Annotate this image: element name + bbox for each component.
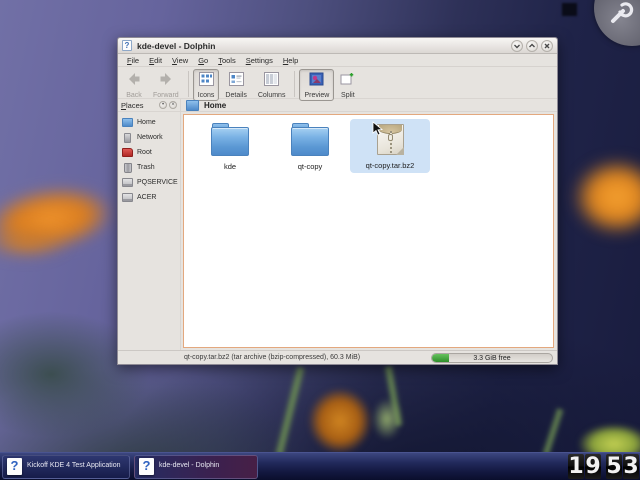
chevron-up-icon	[528, 37, 536, 55]
folder-icon	[291, 127, 329, 156]
clock-digit: 1	[568, 454, 584, 479]
toolbar-separator	[188, 71, 189, 97]
clock-digit: 3	[623, 454, 639, 479]
dolphin-window: ? kde-devel - Dolphin File Edit View Go …	[117, 37, 558, 365]
chevron-down-icon	[513, 37, 521, 55]
split-view-icon	[340, 72, 355, 91]
back-button[interactable]: Back	[121, 69, 147, 101]
panel-float-button[interactable]: •	[159, 101, 167, 109]
minimize-button[interactable]	[511, 40, 523, 52]
clock-digit: 5	[606, 454, 622, 479]
home-folder-icon	[186, 100, 199, 111]
wallpaper-flower-bud	[372, 398, 402, 440]
file-item-kde[interactable]: kde	[190, 119, 270, 174]
menu-bar: File Edit View Go Tools Settings Help	[118, 54, 557, 67]
network-icon	[124, 133, 131, 143]
file-item-qt-copy[interactable]: qt-copy	[270, 119, 350, 174]
columns-view-icon	[264, 72, 279, 91]
file-item-qt-copy-archive[interactable]: qt-copy.tar.bz2	[350, 119, 430, 173]
forward-button[interactable]: Forward	[148, 69, 184, 101]
wallpaper-stem	[273, 366, 306, 456]
wallpaper-flower	[572, 158, 640, 236]
main-toolbar: Back Forward Icons Details Columns Previ…	[118, 67, 557, 99]
mouse-cursor	[372, 121, 384, 142]
place-item-acer[interactable]: ACER	[118, 190, 180, 205]
plasma-cashew-button[interactable]	[594, 0, 640, 46]
toolbar-separator	[294, 71, 295, 97]
status-info-text: qt-copy.tar.bz2 (tar archive (bzip-compr…	[184, 354, 431, 361]
hard-drive-icon	[122, 193, 133, 202]
place-item-network[interactable]: Network	[118, 130, 180, 145]
wallpaper-flower-bud	[308, 388, 372, 454]
file-view[interactable]: kde qt-copy qt-copy.tar.bz2	[183, 114, 554, 348]
preview-button[interactable]: Preview	[299, 69, 334, 101]
menu-settings[interactable]: Settings	[241, 56, 278, 65]
window-app-icon: ?	[122, 40, 132, 51]
window-title: kde-devel - Dolphin	[137, 41, 508, 51]
icons-view-button[interactable]: Icons	[193, 69, 220, 101]
menu-file[interactable]: File	[122, 56, 144, 65]
place-item-pqservice[interactable]: PQSERVICE	[118, 175, 180, 190]
arrow-left-icon	[126, 72, 142, 91]
breadcrumb-home[interactable]: Home	[204, 101, 226, 110]
preview-icon	[309, 72, 324, 91]
trash-icon	[124, 163, 132, 173]
columns-view-button[interactable]: Columns	[253, 69, 291, 101]
close-button[interactable]	[541, 40, 553, 52]
places-panel-title: Places	[121, 101, 157, 110]
places-panel: Home Network Root Trash PQSERVICE ACER	[118, 112, 181, 350]
disk-capacity-bar: 3.3 GiB free	[431, 353, 553, 363]
question-mark-app-icon: ?	[139, 458, 154, 475]
place-item-home[interactable]: Home	[118, 115, 180, 130]
task-dolphin[interactable]: ? kde-devel - Dolphin	[134, 455, 258, 479]
split-view-button[interactable]: Split	[335, 69, 360, 101]
taskbar-panel: ? Kickoff KDE 4 Test Application ? kde-d…	[0, 452, 640, 480]
details-view-icon	[229, 72, 244, 91]
menu-edit[interactable]: Edit	[144, 56, 167, 65]
question-mark-app-icon: ?	[7, 458, 22, 475]
place-item-trash[interactable]: Trash	[118, 160, 180, 175]
status-bar: qt-copy.tar.bz2 (tar archive (bzip-compr…	[118, 350, 557, 364]
root-folder-icon	[122, 148, 133, 157]
menu-help[interactable]: Help	[278, 56, 303, 65]
wallpaper-dark-patch	[562, 3, 577, 16]
icons-view-icon	[199, 72, 214, 91]
digital-clock-widget[interactable]: 1 9 5 3	[568, 454, 639, 479]
panel-close-button[interactable]: ×	[169, 101, 177, 109]
wallpaper-stem	[541, 408, 565, 457]
details-view-button[interactable]: Details	[220, 69, 251, 101]
panel-header-row: Places • × Home	[118, 99, 557, 112]
wallpaper-flower	[0, 225, 70, 259]
place-item-root[interactable]: Root	[118, 145, 180, 160]
home-folder-icon	[122, 118, 133, 127]
breadcrumb[interactable]: Home	[181, 100, 226, 111]
maximize-button[interactable]	[526, 40, 538, 52]
menu-go[interactable]: Go	[193, 56, 213, 65]
capacity-label: 3.3 GiB free	[432, 354, 552, 362]
menu-view[interactable]: View	[167, 56, 193, 65]
title-bar[interactable]: ? kde-devel - Dolphin	[118, 38, 557, 54]
arrow-right-icon	[158, 72, 174, 91]
close-icon	[543, 37, 551, 55]
task-kickoff-test-app[interactable]: ? Kickoff KDE 4 Test Application	[2, 455, 130, 479]
folder-icon	[211, 127, 249, 156]
hard-drive-icon	[122, 178, 133, 187]
menu-tools[interactable]: Tools	[213, 56, 241, 65]
places-panel-header: Places • ×	[118, 99, 181, 111]
clock-digit: 9	[585, 454, 601, 479]
